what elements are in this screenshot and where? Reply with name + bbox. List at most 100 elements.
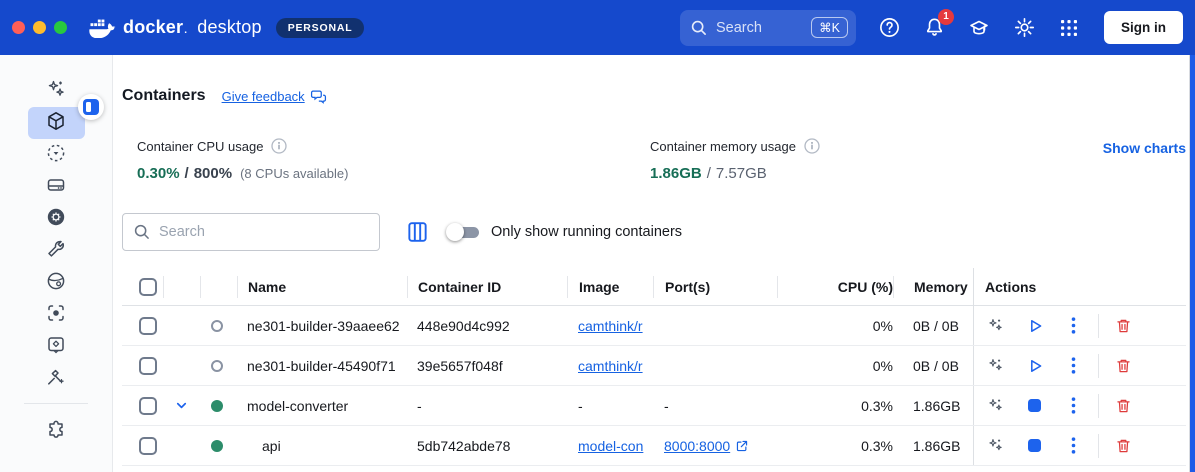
container-id: 448e90d4c992 bbox=[407, 318, 567, 334]
more-actions-button[interactable] bbox=[1065, 437, 1082, 454]
toggle-switch[interactable] bbox=[446, 222, 481, 242]
notifications-button[interactable]: 1 bbox=[922, 16, 946, 40]
sidebar-item-extensions[interactable] bbox=[28, 331, 85, 363]
start-button[interactable] bbox=[1026, 318, 1043, 334]
sidebar-collapse-toggle[interactable] bbox=[78, 94, 104, 120]
more-actions-button[interactable] bbox=[1065, 317, 1082, 334]
docker-desktop-logo: docker . desktop bbox=[89, 17, 262, 38]
memory-total-value: 7.57GB bbox=[716, 165, 767, 182]
sidebar-item-images[interactable] bbox=[28, 139, 85, 171]
minimize-window-button[interactable] bbox=[33, 21, 46, 34]
zoom-window-button[interactable] bbox=[54, 21, 67, 34]
builds-icon bbox=[46, 207, 66, 232]
more-actions-button[interactable] bbox=[1065, 397, 1082, 414]
header-memory[interactable]: Memory bbox=[893, 276, 973, 298]
window-controls bbox=[12, 21, 67, 34]
container-ports: - bbox=[653, 398, 777, 414]
start-button[interactable] bbox=[1026, 358, 1043, 374]
status-stopped-icon bbox=[211, 320, 223, 332]
container-search-input[interactable] bbox=[159, 224, 369, 240]
help-button[interactable] bbox=[877, 16, 901, 40]
memory-usage-stat: Container memory usage 1.86GB / 7.57GB bbox=[650, 138, 1103, 182]
sidebar-item-debug[interactable] bbox=[28, 363, 85, 395]
search-icon bbox=[133, 223, 151, 241]
give-feedback-link[interactable]: Give feedback bbox=[222, 89, 327, 104]
main-panel: Containers Give feedback Container CPU u… bbox=[113, 55, 1195, 472]
sidebar-divider bbox=[24, 403, 88, 404]
volumes-icon bbox=[46, 175, 66, 200]
plan-badge: PERSONAL bbox=[276, 18, 365, 38]
delete-button[interactable] bbox=[1115, 397, 1132, 415]
row-checkbox[interactable] bbox=[139, 317, 157, 335]
image-link[interactable]: camthink/r bbox=[578, 318, 643, 334]
window-edge-strip bbox=[1189, 55, 1195, 472]
titlebar: docker . desktop PERSONAL Search ⌘K 1 bbox=[0, 0, 1195, 55]
container-row[interactable]: ne301-builder-45490f71 39e5657f048f camt… bbox=[122, 346, 1186, 386]
ask-gordon-action-icon[interactable] bbox=[987, 357, 1004, 374]
sidebar-item-docker-hub[interactable] bbox=[28, 267, 85, 299]
sidebar-item-marketplace[interactable] bbox=[28, 416, 85, 448]
page-title: Containers bbox=[122, 87, 206, 105]
delete-button[interactable] bbox=[1115, 357, 1132, 375]
ask-gordon-action-icon[interactable] bbox=[987, 317, 1004, 334]
header-name[interactable]: Name bbox=[237, 276, 407, 298]
container-id: 5db742abde78 bbox=[407, 438, 567, 454]
wrench-icon bbox=[46, 239, 66, 264]
header-cpu[interactable]: CPU (%) bbox=[777, 276, 893, 298]
image-link[interactable]: camthink/r bbox=[578, 358, 643, 374]
info-icon[interactable] bbox=[804, 138, 820, 154]
containers-icon bbox=[46, 111, 66, 136]
container-group-row[interactable]: model-converter - - - 0.3% 1.86GB bbox=[122, 386, 1186, 426]
search-shortcut-chip: ⌘K bbox=[811, 17, 848, 38]
sidebar-item-toolkit[interactable] bbox=[28, 235, 85, 267]
header-ports[interactable]: Port(s) bbox=[653, 276, 777, 298]
container-row[interactable]: ne301-builder-39aaee62 448e90d4c992 camt… bbox=[122, 306, 1186, 346]
apps-grid-button[interactable] bbox=[1057, 16, 1081, 40]
container-cpu: 0% bbox=[777, 358, 893, 374]
cpu-usage-stat: Container CPU usage 0.30% / 800% (8 CPUs… bbox=[137, 138, 650, 182]
select-all-checkbox[interactable] bbox=[139, 278, 157, 296]
port-link[interactable]: 8000:8000 bbox=[664, 438, 730, 454]
row-checkbox[interactable] bbox=[139, 397, 157, 415]
container-row[interactable]: api 5db742abde78 model-con 8000:8000 0.3… bbox=[122, 426, 1186, 466]
sidebar-item-ask-gordon[interactable] bbox=[28, 75, 85, 107]
row-checkbox[interactable] bbox=[139, 357, 157, 375]
header-container-id[interactable]: Container ID bbox=[407, 276, 567, 298]
sidebar-item-builds[interactable] bbox=[28, 203, 85, 235]
container-name: ne301-builder-45490f71 bbox=[237, 358, 407, 374]
container-memory: 1.86GB bbox=[893, 398, 973, 414]
sidebar-item-volumes[interactable] bbox=[28, 171, 85, 203]
memory-divider: / bbox=[707, 165, 711, 182]
ask-gordon-action-icon[interactable] bbox=[987, 437, 1004, 454]
container-cpu: 0% bbox=[777, 318, 893, 334]
running-only-toggle[interactable]: Only show running containers bbox=[446, 222, 682, 242]
close-window-button[interactable] bbox=[12, 21, 25, 34]
ask-gordon-action-icon[interactable] bbox=[987, 397, 1004, 414]
row-checkbox[interactable] bbox=[139, 437, 157, 455]
info-icon[interactable] bbox=[271, 138, 287, 154]
delete-button[interactable] bbox=[1115, 437, 1132, 455]
status-running-icon bbox=[211, 400, 223, 412]
settings-button[interactable] bbox=[1012, 16, 1036, 40]
more-actions-button[interactable] bbox=[1065, 357, 1082, 374]
delete-button[interactable] bbox=[1115, 317, 1132, 335]
sidebar-item-containers[interactable] bbox=[28, 107, 85, 139]
container-name[interactable]: model-converter bbox=[247, 398, 348, 414]
container-memory: 0B / 0B bbox=[893, 358, 973, 374]
cpu-total-value: 800% bbox=[194, 165, 232, 182]
column-settings-button[interactable] bbox=[406, 220, 429, 244]
feedback-bubbles-icon bbox=[310, 89, 327, 104]
stop-button[interactable] bbox=[1026, 439, 1043, 452]
stop-button[interactable] bbox=[1026, 399, 1043, 412]
show-charts-link[interactable]: Show charts bbox=[1103, 140, 1186, 156]
image-link[interactable]: model-con bbox=[578, 438, 643, 454]
hammer-icon bbox=[46, 367, 66, 392]
collapse-chevron-icon[interactable] bbox=[174, 398, 189, 413]
learning-center-button[interactable] bbox=[967, 16, 991, 40]
global-search[interactable]: Search ⌘K bbox=[680, 10, 856, 46]
cpu-usage-label: Container CPU usage bbox=[137, 139, 263, 154]
cpu-used-value: 0.30% bbox=[137, 165, 180, 182]
sign-in-button[interactable]: Sign in bbox=[1104, 11, 1183, 44]
header-image[interactable]: Image bbox=[567, 276, 653, 298]
sidebar-item-scout[interactable] bbox=[28, 299, 85, 331]
